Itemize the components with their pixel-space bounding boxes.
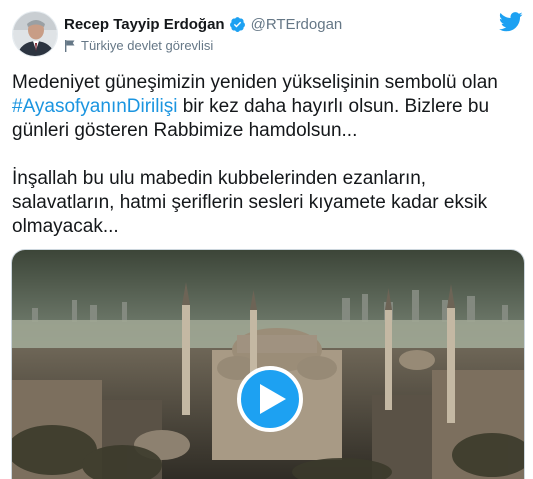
tweet-header: Recep Tayyip Erdoğan @RTErdogan Türkiye … [64,14,533,54]
play-icon [259,384,286,414]
government-label[interactable]: Türkiye devlet görevlisi [64,36,533,54]
tweet-text: Medeniyet güneşimizin yeniden yükselişin… [12,71,522,239]
play-button[interactable] [237,366,303,432]
author-display-name[interactable]: Recep Tayyip Erdoğan [64,16,225,33]
author-handle[interactable]: @RTErdogan [251,16,343,33]
twitter-bird-icon[interactable] [498,12,523,32]
tweet-paragraph-1: Medeniyet güneşimizin yeniden yükselişin… [12,71,522,143]
video-thumbnail [12,250,524,479]
avatar[interactable] [12,11,58,57]
author-row: Recep Tayyip Erdoğan @RTErdogan [64,14,533,34]
tweet-paragraph-2: İnşallah bu ulu mabedin kubbelerinden ez… [12,168,488,237]
video-player[interactable] [11,249,525,479]
tweet-text-part: Medeniyet güneşimizin yeniden yükselişin… [12,72,498,93]
hashtag-link[interactable]: #AyasofyanınDirilişi [12,96,177,117]
verified-badge-icon [229,16,246,33]
government-label-text: Türkiye devlet görevlisi [81,37,214,53]
tweet-card: Recep Tayyip Erdoğan @RTErdogan Türkiye … [0,0,533,479]
flag-icon [64,39,76,52]
